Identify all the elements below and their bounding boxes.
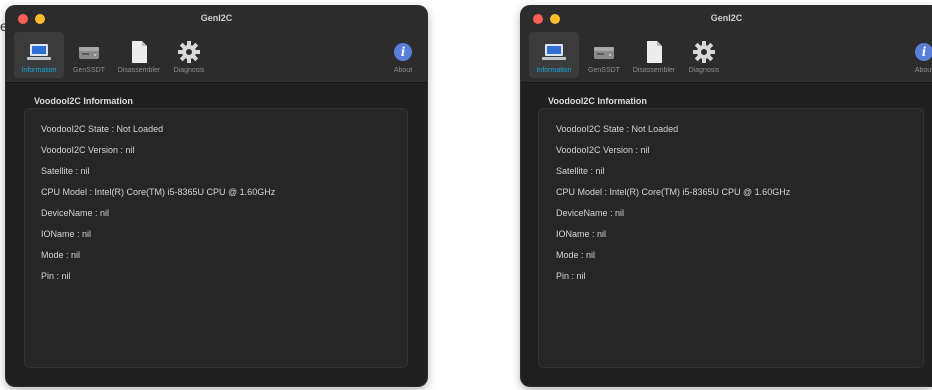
drive-icon: [590, 40, 618, 64]
info-row: Pin : nil: [41, 271, 71, 281]
tab-label: Diagnosis: [173, 67, 205, 74]
titlebar: GenI2C Information GenSSDT Disassembler: [6, 6, 427, 83]
section-title: VoodooI2C Information: [34, 96, 133, 106]
section-title: VoodooI2C Information: [548, 96, 647, 106]
info-row: Mode : nil: [556, 250, 596, 260]
window-title: GenI2C: [710, 13, 743, 23]
tab-diagnosis[interactable]: Diagnosis: [164, 32, 214, 78]
titlebar: GenI2C Information GenSSDT Disassembler: [521, 6, 932, 83]
tab-disassembler[interactable]: Disassembler: [114, 32, 164, 78]
about-label: About: [393, 67, 413, 74]
info-icon: i: [915, 43, 932, 61]
tab-label: Diagnosis: [688, 67, 720, 74]
tab-label: Disassembler: [117, 67, 161, 74]
info-icon: i: [394, 43, 412, 61]
tab-label: GenSSDT: [588, 67, 620, 74]
tab-genssdt[interactable]: GenSSDT: [64, 32, 114, 78]
info-row: VoodooI2C State : Not Loaded: [556, 124, 679, 134]
tab-label: Information: [21, 67, 57, 74]
info-panel: VoodooI2C State : Not Loaded VoodooI2C V…: [538, 108, 924, 368]
tab-genssdt[interactable]: GenSSDT: [579, 32, 629, 78]
info-row: DeviceName : nil: [41, 208, 110, 218]
toolbar: Information GenSSDT Disassembler Diagnos…: [14, 32, 214, 78]
info-row: Satellite : nil: [556, 166, 605, 176]
info-row: VoodooI2C Version : nil: [41, 145, 135, 155]
info-row: Mode : nil: [41, 250, 81, 260]
laptop-icon: [25, 40, 53, 64]
info-row: DeviceName : nil: [556, 208, 625, 218]
info-row: VoodooI2C Version : nil: [556, 145, 650, 155]
tab-information[interactable]: Information: [529, 32, 579, 78]
info-row: Pin : nil: [556, 271, 586, 281]
info-row: IOName : nil: [41, 229, 92, 239]
document-icon: [640, 40, 668, 64]
info-row: CPU Model : Intel(R) Core(TM) i5-8365U C…: [41, 187, 276, 197]
gear-icon: [690, 40, 718, 64]
laptop-icon: [540, 40, 568, 64]
info-row: CPU Model : Intel(R) Core(TM) i5-8365U C…: [556, 187, 791, 197]
about-button[interactable]: i About: [902, 34, 932, 78]
tab-label: GenSSDT: [73, 67, 105, 74]
tab-label: Information: [536, 67, 572, 74]
tab-information[interactable]: Information: [14, 32, 64, 78]
geni2c-window: GenI2C Information GenSSDT Disassembler: [521, 6, 932, 386]
about-label: About: [914, 67, 932, 74]
geni2c-window: GenI2C Information GenSSDT Disassembler: [6, 6, 427, 386]
gear-icon: [175, 40, 203, 64]
window-title: GenI2C: [200, 13, 233, 23]
tab-disassembler[interactable]: Disassembler: [629, 32, 679, 78]
tab-diagnosis[interactable]: Diagnosis: [679, 32, 729, 78]
about-button[interactable]: i About: [381, 34, 425, 78]
drive-icon: [75, 40, 103, 64]
document-icon: [125, 40, 153, 64]
info-row: Satellite : nil: [41, 166, 90, 176]
info-panel: VoodooI2C State : Not Loaded VoodooI2C V…: [24, 108, 408, 368]
tab-label: Disassembler: [632, 67, 676, 74]
toolbar: Information GenSSDT Disassembler Diagnos…: [529, 32, 729, 78]
info-row: IOName : nil: [556, 229, 607, 239]
info-row: VoodooI2C State : Not Loaded: [41, 124, 164, 134]
